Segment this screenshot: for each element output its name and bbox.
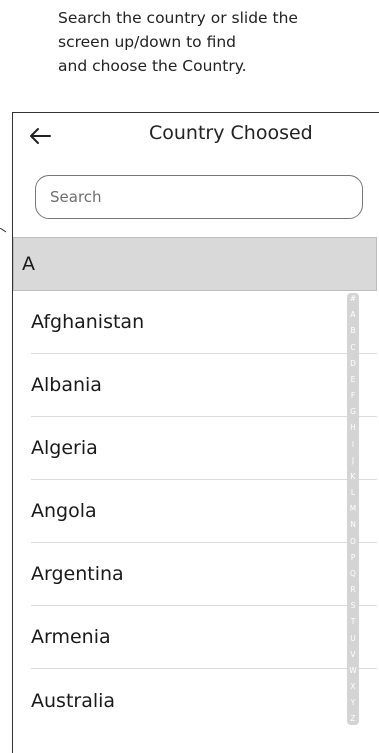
index-letter[interactable]: N <box>350 521 356 529</box>
arrow-left-icon <box>30 128 51 144</box>
index-letter[interactable]: R <box>350 586 355 594</box>
index-letter[interactable]: P <box>351 554 356 562</box>
list-item[interactable]: Argentina <box>31 543 377 606</box>
search-input[interactable] <box>35 175 363 219</box>
back-button[interactable] <box>23 119 57 153</box>
index-letter[interactable]: K <box>351 473 356 481</box>
instruction-line: Search the country or slide the <box>58 9 298 27</box>
index-letter[interactable]: W <box>349 667 356 675</box>
index-letter[interactable]: T <box>351 618 356 626</box>
index-letter[interactable]: S <box>351 602 356 610</box>
list-item[interactable]: Australia <box>31 669 377 732</box>
index-letter[interactable]: B <box>350 327 355 335</box>
instruction-text: Search the country or slide the screen u… <box>58 6 358 78</box>
index-letter[interactable]: # <box>350 295 356 303</box>
section-header-a: A <box>13 237 377 291</box>
country-list: Afghanistan Albania Algeria Angola Argen… <box>13 291 377 732</box>
index-letter[interactable]: J <box>352 457 354 465</box>
index-letter[interactable]: Z <box>350 715 355 723</box>
index-letter[interactable]: D <box>350 360 356 368</box>
list-item[interactable]: Angola <box>31 480 377 543</box>
index-letter[interactable]: X <box>350 683 355 691</box>
phone-screen: Country Choosed A Afghanistan Albania Al… <box>12 112 379 753</box>
list-item[interactable]: Albania <box>31 354 377 417</box>
list-item[interactable]: Armenia <box>31 606 377 669</box>
index-letter[interactable]: I <box>352 441 354 449</box>
index-letter[interactable]: E <box>351 376 356 384</box>
pointer-mark <box>0 228 6 233</box>
index-letter[interactable]: C <box>350 344 355 352</box>
index-letter[interactable]: V <box>350 651 355 659</box>
index-letter[interactable]: A <box>350 311 355 319</box>
page-title: Country Choosed <box>149 122 313 144</box>
index-letter[interactable]: O <box>350 538 356 546</box>
instruction-line: screen up/down to find <box>58 33 237 51</box>
index-letter[interactable]: U <box>350 635 356 643</box>
list-item[interactable]: Algeria <box>31 417 377 480</box>
index-letter[interactable]: H <box>350 424 356 432</box>
index-letter[interactable]: M <box>350 505 356 513</box>
index-letter[interactable]: Q <box>350 570 356 578</box>
index-letter[interactable]: L <box>351 489 355 497</box>
list-item[interactable]: Afghanistan <box>31 291 377 354</box>
instruction-line: and choose the Country. <box>58 57 247 75</box>
index-letter[interactable]: F <box>351 392 355 400</box>
alphabet-index-bar[interactable]: # A B C D E F G H I J K L M N O P Q R S … <box>347 293 359 725</box>
index-letter[interactable]: Y <box>351 699 356 707</box>
app-header: Country Choosed <box>13 113 379 161</box>
index-letter[interactable]: G <box>350 408 356 416</box>
